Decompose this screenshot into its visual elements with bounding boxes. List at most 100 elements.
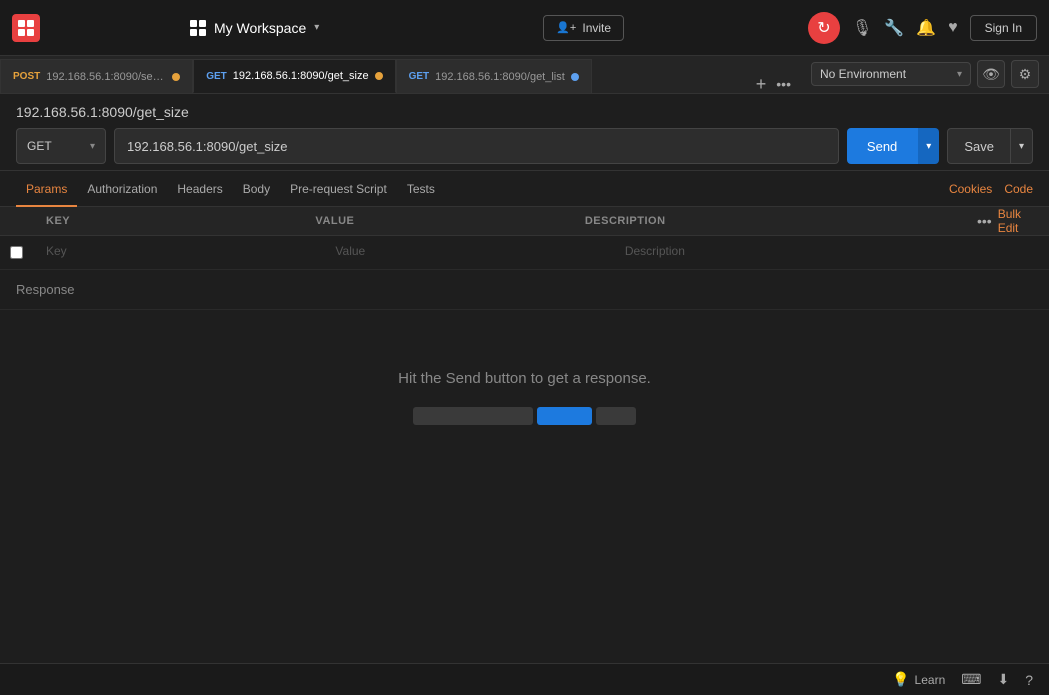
footer: 💡 Learn ⌨ ⬇ ? bbox=[0, 663, 1049, 695]
tab-get-get-list[interactable]: GET 192.168.56.1:8090/get_list bbox=[396, 59, 592, 93]
invite-label: Invite bbox=[582, 21, 611, 35]
eye-icon: 👁 bbox=[982, 66, 1000, 83]
send-btn-group: Send ▾ bbox=[847, 128, 939, 164]
sign-in-button[interactable]: Sign In bbox=[970, 15, 1037, 41]
footer-download[interactable]: ⬇ bbox=[997, 671, 1009, 688]
tab-url-label: 192.168.56.1:8090/send_from_... bbox=[46, 71, 166, 83]
microphone-icon[interactable]: 🎙 bbox=[852, 18, 872, 38]
row-checkbox[interactable] bbox=[10, 246, 23, 259]
method-label: GET bbox=[27, 139, 52, 153]
params-tabs: Params Authorization Headers Body Pre-re… bbox=[0, 171, 1049, 207]
tab-method-label: POST bbox=[13, 71, 40, 82]
footer-keyboard[interactable]: ⌨ bbox=[961, 671, 981, 688]
request-row: GET ▾ Send ▾ Save ▾ bbox=[16, 128, 1033, 164]
tab-more-button[interactable]: ••• bbox=[774, 76, 793, 92]
params-table-header: KEY VALUE DESCRIPTION ••• Bulk Edit bbox=[0, 207, 1049, 236]
sync-button[interactable]: ↻ bbox=[808, 12, 840, 44]
response-empty-text: Hit the Send button to get a response. bbox=[398, 370, 651, 387]
wrench-icon[interactable]: 🔧 bbox=[884, 18, 904, 38]
description-cell bbox=[615, 236, 1049, 269]
workspace-label: My Workspace bbox=[214, 20, 306, 36]
help-icon: ? bbox=[1025, 672, 1033, 688]
app-logo bbox=[12, 14, 40, 42]
table-more-button[interactable]: ••• bbox=[977, 213, 992, 229]
request-title: 192.168.56.1:8090/get_size bbox=[16, 104, 1033, 120]
workspace-grid-icon bbox=[190, 20, 206, 36]
tab-method-label: GET bbox=[409, 71, 430, 82]
save-button[interactable]: Save bbox=[947, 128, 1011, 164]
footer-help[interactable]: ? bbox=[1025, 672, 1033, 688]
send-button[interactable]: Send bbox=[847, 128, 917, 164]
tab-unsaved-dot bbox=[172, 73, 180, 81]
save-dropdown-button[interactable]: ▾ bbox=[1011, 128, 1033, 164]
tab-authorization[interactable]: Authorization bbox=[77, 171, 167, 207]
response-area: Response Hit the Send button to get a re… bbox=[0, 270, 1049, 465]
workspace-selector[interactable]: My Workspace ▾ bbox=[190, 20, 319, 36]
illus-bar-2 bbox=[537, 407, 592, 425]
response-illustration bbox=[413, 407, 636, 425]
description-column-header: DESCRIPTION bbox=[575, 207, 969, 235]
tab-get-get-size[interactable]: GET 192.168.56.1:8090/get_size bbox=[193, 59, 395, 93]
navbar-right: ↻ 🎙 🔧 🔔 ♥ Sign In bbox=[808, 12, 1037, 44]
environment-select[interactable]: No Environment ▾ bbox=[811, 62, 971, 86]
response-label: Response bbox=[0, 270, 1049, 310]
url-input[interactable] bbox=[114, 128, 839, 164]
code-link[interactable]: Code bbox=[1004, 182, 1033, 196]
tabs-env-row: POST 192.168.56.1:8090/send_from_... GET… bbox=[0, 56, 1049, 94]
add-tab-button[interactable]: + bbox=[752, 75, 771, 93]
request-area: 192.168.56.1:8090/get_size GET ▾ Send ▾ … bbox=[0, 94, 1049, 171]
tab-unsaved-dot bbox=[571, 73, 579, 81]
tab-tests[interactable]: Tests bbox=[397, 171, 445, 207]
invite-icon: 👤+ bbox=[556, 21, 576, 34]
invite-button[interactable]: 👤+ Invite bbox=[543, 15, 624, 41]
value-cell bbox=[325, 236, 614, 269]
response-empty-state: Hit the Send button to get a response. bbox=[0, 310, 1049, 465]
environment-label: No Environment bbox=[820, 67, 906, 81]
bulk-edit-button[interactable]: Bulk Edit bbox=[998, 207, 1041, 235]
key-column-header: KEY bbox=[36, 207, 305, 235]
tab-actions: + ••• bbox=[752, 75, 801, 93]
row-checkbox-cell bbox=[0, 236, 36, 269]
env-settings-button[interactable]: ⚙ bbox=[1011, 60, 1039, 88]
params-row bbox=[0, 236, 1049, 270]
workspace-chevron-icon: ▾ bbox=[314, 22, 319, 33]
tab-body[interactable]: Body bbox=[233, 171, 280, 207]
tabs-list: POST 192.168.56.1:8090/send_from_... GET… bbox=[0, 59, 801, 93]
value-input[interactable] bbox=[325, 236, 614, 266]
description-input[interactable] bbox=[615, 236, 1049, 266]
bell-icon[interactable]: 🔔 bbox=[916, 18, 936, 38]
footer-learn[interactable]: 💡 Learn bbox=[892, 671, 945, 688]
key-input[interactable] bbox=[36, 236, 325, 266]
tab-pre-request-script[interactable]: Pre-request Script bbox=[280, 171, 397, 207]
params-tab-right: Cookies Code bbox=[949, 182, 1033, 196]
env-section: No Environment ▾ 👁 ⚙ bbox=[801, 55, 1049, 93]
gear-icon: ⚙ bbox=[1019, 66, 1032, 83]
checkbox-column-header bbox=[0, 207, 36, 235]
navbar: My Workspace ▾ 👤+ Invite ↻ 🎙 🔧 🔔 ♥ Sign … bbox=[0, 0, 1049, 56]
footer-learn-label: Learn bbox=[915, 673, 946, 687]
key-cell bbox=[36, 236, 325, 269]
illus-bar-3 bbox=[596, 407, 636, 425]
keyboard-icon: ⌨ bbox=[961, 671, 981, 688]
tab-method-label: GET bbox=[206, 71, 227, 82]
sync-icon: ↻ bbox=[817, 18, 830, 38]
download-icon: ⬇ bbox=[997, 671, 1009, 688]
env-chevron-icon: ▾ bbox=[957, 69, 962, 80]
tab-url-label: 192.168.56.1:8090/get_list bbox=[435, 71, 565, 83]
value-column-header: VALUE bbox=[305, 207, 574, 235]
env-eye-button[interactable]: 👁 bbox=[977, 60, 1005, 88]
illus-bar-1 bbox=[413, 407, 533, 425]
method-select[interactable]: GET ▾ bbox=[16, 128, 106, 164]
tab-url-label: 192.168.56.1:8090/get_size bbox=[233, 70, 369, 82]
tab-params[interactable]: Params bbox=[16, 171, 77, 207]
tab-unsaved-dot bbox=[375, 72, 383, 80]
tab-headers[interactable]: Headers bbox=[167, 171, 232, 207]
cookies-link[interactable]: Cookies bbox=[949, 182, 992, 196]
heart-icon[interactable]: ♥ bbox=[948, 19, 958, 37]
send-dropdown-button[interactable]: ▾ bbox=[917, 128, 939, 164]
table-actions: ••• Bulk Edit bbox=[969, 207, 1049, 235]
tab-post-send-from[interactable]: POST 192.168.56.1:8090/send_from_... bbox=[0, 59, 193, 93]
bulb-icon: 💡 bbox=[892, 671, 909, 688]
save-btn-group: Save ▾ bbox=[947, 128, 1033, 164]
method-chevron-icon: ▾ bbox=[90, 141, 95, 152]
